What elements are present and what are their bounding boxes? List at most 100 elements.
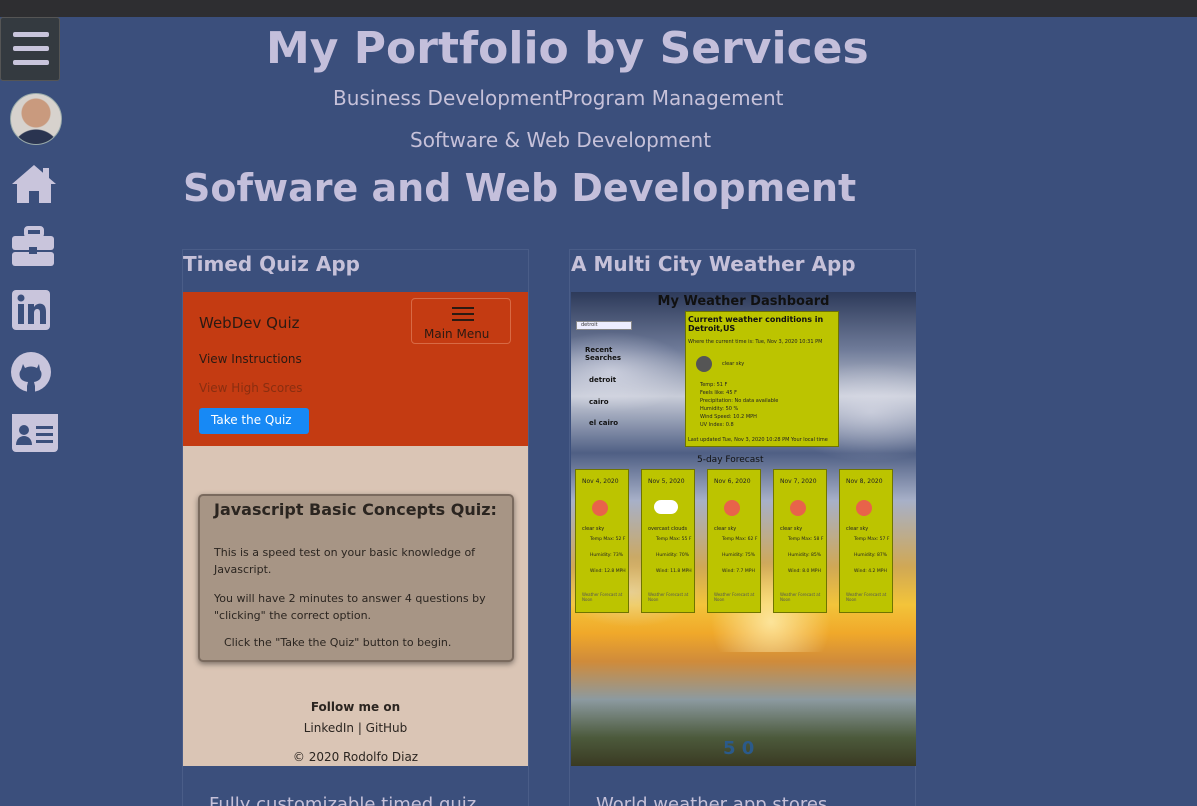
card-description: Fully customizable timed quiz	[209, 794, 477, 806]
quiz-copyright: © 2020 Rodolfo Diaz	[292, 750, 419, 764]
project-card-weather: A Multi City Weather App My Weather Dash…	[569, 249, 916, 806]
project-card-quiz: Timed Quiz App WebDev Quiz Main Menu Vie…	[182, 249, 529, 806]
forecast-footer: Weather Forecast at Noon	[582, 592, 623, 602]
forecast-date: Nov 8, 2020	[846, 478, 883, 485]
forecast-day-card: Nov 8, 2020 clear sky Temp Max: 57 F Hum…	[839, 469, 893, 613]
forecast-date: Nov 4, 2020	[582, 478, 619, 485]
sun-icon	[856, 500, 872, 516]
forecast-temp: Temp Max: 62 F	[722, 537, 758, 542]
forecast-label: 5-day Forecast	[697, 455, 764, 465]
card-title[interactable]: Timed Quiz App	[183, 252, 360, 276]
site-title: My Portfolio by Services	[266, 23, 869, 74]
forecast-desc: overcast clouds	[648, 526, 688, 532]
current-stat: Humidity: 50 %	[700, 406, 739, 412]
section-title: Sofware and Web Development	[183, 166, 857, 210]
forecast-wind: Wind: 11.8 MPH	[656, 569, 692, 574]
current-stat: Temp: 51 F	[700, 382, 728, 388]
forecast-desc: clear sky	[582, 526, 605, 532]
forecast-footer: Weather Forecast at Noon	[780, 592, 821, 602]
github-icon[interactable]	[10, 350, 58, 394]
quiz-app-screenshot[interactable]: WebDev Quiz Main Menu View Instructions …	[183, 292, 528, 766]
forecast-humidity: Humidity: 85%	[788, 553, 822, 558]
current-weather-panel: Current weather conditions in Detroit,US…	[685, 311, 839, 447]
forecast-wind: Wind: 4.2 MPH	[854, 569, 887, 574]
sun-icon	[724, 500, 740, 516]
recent-city: el cairo	[589, 419, 619, 427]
forecast-day-card: Nov 7, 2020 clear sky Temp Max: 58 F Hum…	[773, 469, 827, 613]
quiz-body: Javascript Basic Concepts Quiz: This is …	[183, 446, 528, 766]
quiz-header: WebDev Quiz Main Menu View Instructions …	[183, 292, 528, 446]
forecast-day-card: Nov 4, 2020 clear sky Temp Max: 52 F Hum…	[575, 469, 629, 613]
quiz-box-text: This is a speed test on your basic knowl…	[214, 546, 476, 576]
last-updated: Last updated Tue, Nov 3, 2020 10:28 PM Y…	[688, 437, 828, 443]
quiz-social-links: LinkedIn | GitHub	[303, 721, 408, 735]
current-stat: UV Index: 0.8	[700, 422, 734, 428]
forecast-footer: Weather Forecast at Noon	[846, 592, 887, 602]
card-description: World weather app stores	[596, 794, 828, 806]
forecast-humidity: Humidity: 73%	[590, 553, 624, 558]
quiz-box-text: Click the "Take the Quiz" button to begi…	[224, 636, 452, 649]
home-icon[interactable]	[10, 162, 58, 206]
quiz-box-text: You will have 2 minutes to answer 4 ques…	[214, 592, 486, 622]
quiz-instructions-link: View Instructions	[199, 352, 302, 366]
nav-program-management[interactable]: Program Management	[561, 86, 784, 110]
forecast-humidity: Humidity: 87%	[854, 553, 888, 558]
recent-searches-label: Recent Searches	[585, 346, 622, 362]
weather-dashboard-title: My Weather Dashboard	[657, 294, 830, 309]
weather-search-input: detroit	[576, 321, 632, 330]
forecast-wind: Wind: 7.7 MPH	[722, 569, 755, 574]
forecast-day-card: Nov 6, 2020 clear sky Temp Max: 62 F Hum…	[707, 469, 761, 613]
nav-software-web-development[interactable]: Software & Web Development	[410, 128, 711, 152]
quiz-follow-label: Follow me on	[310, 700, 401, 714]
quiz-high-scores-link: View High Scores	[199, 381, 303, 395]
forecast-date: Nov 7, 2020	[780, 478, 817, 485]
forecast-wind: Wind: 12.8 MPH	[590, 569, 626, 574]
recent-city: cairo	[589, 398, 609, 406]
quiz-start-button: Take the Quiz	[199, 408, 309, 434]
forecast-footer: Weather Forecast at Noon	[648, 592, 689, 602]
current-weather-title: Current weather conditions in Detroit,US	[688, 315, 824, 333]
forecast-desc: clear sky	[780, 526, 803, 532]
quiz-menu-label: Main Menu	[424, 327, 490, 341]
cloud-icon	[654, 500, 678, 514]
menu-icon-line	[13, 60, 49, 65]
linkedin-icon[interactable]	[10, 288, 58, 332]
quiz-box-title: Javascript Basic Concepts Quiz:	[214, 500, 497, 519]
forecast-day-card: Nov 5, 2020 overcast clouds Temp Max: 55…	[641, 469, 695, 613]
card-title[interactable]: A Multi City Weather App	[571, 252, 856, 276]
forecast-date: Nov 6, 2020	[714, 478, 751, 485]
weather-condition-icon	[696, 356, 712, 372]
hamburger-icon	[452, 307, 474, 321]
sun-icon	[790, 500, 806, 516]
avatar[interactable]	[10, 93, 62, 145]
recent-city: detroit	[589, 376, 617, 384]
quiz-intro-box: Javascript Basic Concepts Quiz: This is …	[198, 494, 514, 662]
forecast-date: Nov 5, 2020	[648, 478, 685, 485]
forecast-temp: Temp Max: 52 F	[590, 537, 626, 542]
current-stat: Precipitation: No data available	[700, 398, 779, 404]
quiz-brand: WebDev Quiz	[199, 314, 300, 332]
quiz-main-menu-button: Main Menu	[411, 298, 511, 344]
current-condition: clear sky	[722, 361, 745, 367]
forecast-footer: Weather Forecast at Noon	[714, 592, 755, 602]
weather-logo: 5 0	[723, 738, 755, 759]
forecast-desc: clear sky	[714, 526, 737, 532]
forecast-desc: clear sky	[846, 526, 869, 532]
current-stat: Wind Speed: 10.2 MPH	[700, 414, 757, 420]
forecast-humidity: Humidity: 70%	[656, 553, 690, 558]
briefcase-icon[interactable]	[10, 224, 58, 268]
forecast-humidity: Humidity: 75%	[722, 553, 756, 558]
forecast-temp: Temp Max: 55 F	[656, 537, 692, 542]
sun-icon	[592, 500, 608, 516]
hamburger-menu-button[interactable]	[0, 17, 60, 81]
current-stat: Feels like: 45 F	[700, 390, 738, 396]
menu-icon-line	[13, 32, 49, 37]
forecast-wind: Wind: 8.0 MPH	[788, 569, 821, 574]
current-time: Where the current time is: Tue, Nov 3, 2…	[688, 339, 823, 345]
forecast-temp: Temp Max: 57 F	[854, 537, 890, 542]
menu-icon-line	[13, 46, 49, 51]
weather-app-screenshot[interactable]: My Weather Dashboard detroit Recent Sear…	[571, 292, 916, 766]
contact-card-icon[interactable]	[10, 412, 58, 456]
forecast-temp: Temp Max: 58 F	[788, 537, 824, 542]
nav-business-development[interactable]: Business Development	[333, 86, 562, 110]
